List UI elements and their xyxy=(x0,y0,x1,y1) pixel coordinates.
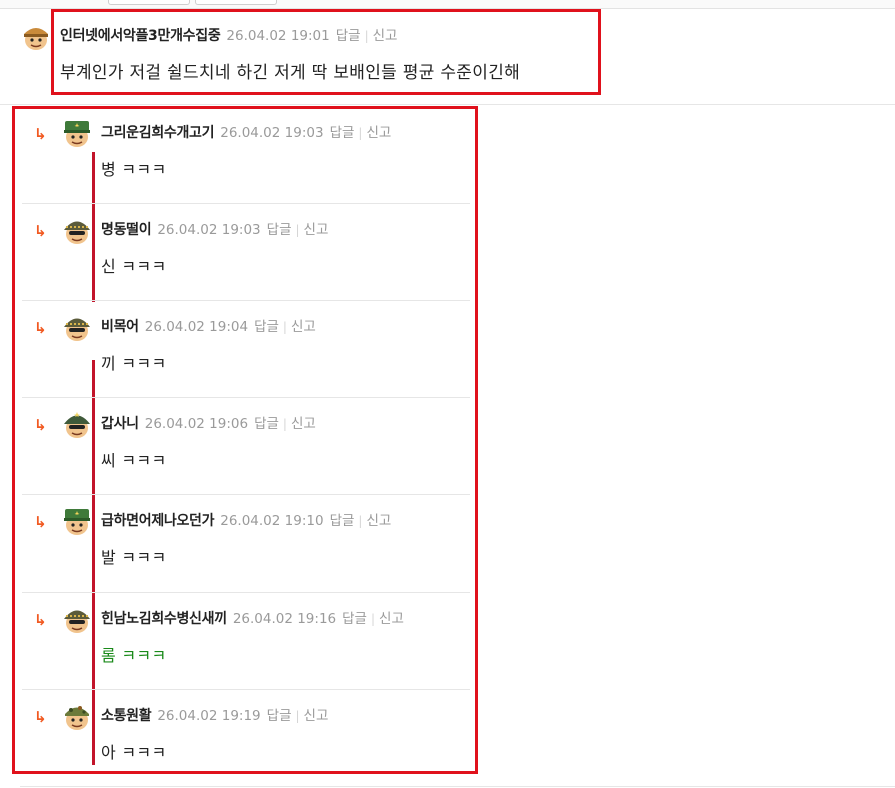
reply-arrow-icon: ↳ xyxy=(34,222,47,240)
divider xyxy=(22,494,470,495)
avatar-soldier-icon xyxy=(64,318,90,341)
report-button[interactable]: 신고 xyxy=(291,319,316,335)
reply-button[interactable]: 답글 xyxy=(330,513,355,529)
divider: | xyxy=(358,126,363,140)
divider xyxy=(0,104,895,105)
divider: | xyxy=(358,514,363,528)
comment-date: 26.04.02 19:03 xyxy=(157,222,261,238)
divider xyxy=(22,689,470,690)
report-button[interactable]: 신고 xyxy=(304,222,329,238)
thread-line xyxy=(92,152,95,302)
avatar-soldier-icon xyxy=(64,221,90,244)
report-button[interactable]: 신고 xyxy=(291,416,316,432)
thread-line xyxy=(92,360,95,765)
report-button[interactable]: 신고 xyxy=(366,125,391,141)
comment-text: 아 ㅋㅋㅋ xyxy=(101,743,167,762)
toolbar-button-1[interactable] xyxy=(108,0,190,5)
reply-arrow-icon: ↳ xyxy=(34,708,47,726)
report-button[interactable]: 신고 xyxy=(366,513,391,529)
comment-text: 씨 ㅋㅋㅋ xyxy=(101,451,167,470)
comment-date: 26.04.02 19:04 xyxy=(144,319,249,335)
divider xyxy=(22,203,470,204)
divider xyxy=(20,786,895,787)
highlight-box-top xyxy=(51,9,601,95)
comment-author[interactable]: 명동떨이 xyxy=(101,222,152,238)
comment-date: 26.04.02 19:16 xyxy=(232,611,337,627)
highlight-box-replies xyxy=(12,106,478,774)
avatar-soldier-icon xyxy=(65,706,89,730)
divider: | xyxy=(295,709,300,723)
avatar-soldier-icon xyxy=(24,28,48,50)
divider xyxy=(22,592,470,593)
report-button[interactable]: 신고 xyxy=(379,611,404,627)
reply-button[interactable]: 답글 xyxy=(267,708,292,724)
divider: | xyxy=(282,417,287,431)
avatar-soldier-icon xyxy=(64,412,90,438)
comment-text: 발 ㅋㅋㅋ xyxy=(101,548,167,567)
comment-date: 26.04.02 19:19 xyxy=(157,708,261,724)
comment-author[interactable]: 비목어 xyxy=(101,319,139,335)
reply-button[interactable]: 답글 xyxy=(342,611,367,627)
avatar-soldier-icon xyxy=(64,509,90,535)
divider xyxy=(22,300,470,301)
comment-text: 병 ㅋㅋㅋ xyxy=(101,160,167,179)
reply-arrow-icon: ↳ xyxy=(34,611,47,629)
reply-arrow-icon: ↳ xyxy=(34,513,47,531)
comment-text: 신 ㅋㅋㅋ xyxy=(101,257,167,276)
reply-button[interactable]: 답글 xyxy=(254,319,279,335)
reply-button[interactable]: 답글 xyxy=(330,125,355,141)
divider xyxy=(22,397,470,398)
reply-arrow-icon: ↳ xyxy=(34,125,47,143)
reply-button[interactable]: 답글 xyxy=(267,222,292,238)
comment-author[interactable]: 힌남노김희수병신새끼 xyxy=(101,611,227,627)
comment-text: 롬 ㅋㅋㅋ xyxy=(101,646,167,665)
comment-author[interactable]: 그리운김희수개고기 xyxy=(101,125,215,141)
comment-author[interactable]: 갑사니 xyxy=(101,416,139,432)
top-toolbar xyxy=(0,0,895,9)
divider: | xyxy=(295,223,300,237)
comment-date: 26.04.02 19:10 xyxy=(220,513,324,529)
reply-button[interactable]: 답글 xyxy=(254,416,279,432)
toolbar-button-2[interactable] xyxy=(195,0,277,5)
comment-date: 26.04.02 19:06 xyxy=(144,416,249,432)
comment-text: 끼 ㅋㅋㅋ xyxy=(101,354,167,373)
divider: | xyxy=(282,320,287,334)
avatar-soldier-icon xyxy=(64,121,90,147)
comment-author[interactable]: 급하면어제나오던가 xyxy=(101,513,215,529)
avatar-soldier-icon xyxy=(64,610,90,633)
comment-date: 26.04.02 19:03 xyxy=(220,125,324,141)
divider: | xyxy=(370,612,376,626)
reply-arrow-icon: ↳ xyxy=(34,319,47,337)
report-button[interactable]: 신고 xyxy=(304,708,329,724)
comment-author[interactable]: 소통원활 xyxy=(101,708,152,724)
reply-arrow-icon: ↳ xyxy=(34,416,47,434)
